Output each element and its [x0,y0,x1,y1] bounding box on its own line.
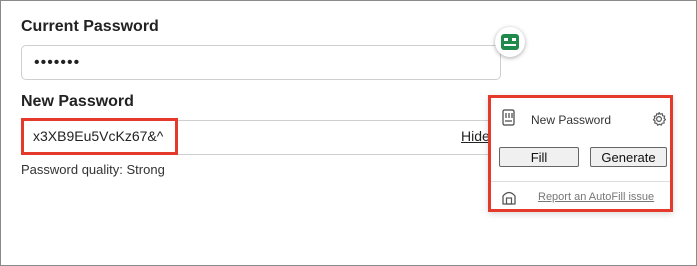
generate-button[interactable]: Generate [590,147,667,167]
current-password-dots: ••••••• [34,54,81,71]
current-password-label: Current Password [21,18,159,35]
page-frame: Current Password ••••••• New Password x3… [0,0,697,266]
password-manager-icon[interactable] [495,27,525,57]
password-quality-text: Password quality: Strong [21,162,165,177]
current-password-field[interactable]: ••••••• [21,45,501,80]
vault-icon[interactable] [501,189,517,210]
report-autofill-issue-link[interactable]: Report an AutoFill issue [538,191,654,203]
popup-title: New Password [531,113,612,127]
key-card-icon [501,109,517,132]
fill-button[interactable]: Fill [499,147,579,167]
generated-password-highlight [21,118,178,155]
new-password-label: New Password [21,93,134,110]
gear-icon[interactable] [651,111,667,132]
hide-password-link[interactable]: Hide [461,128,490,144]
autofill-popup: New Password Fill Generate Report an Aut… [488,95,673,212]
popup-divider [491,181,670,182]
password-manager-glyph [501,34,519,50]
